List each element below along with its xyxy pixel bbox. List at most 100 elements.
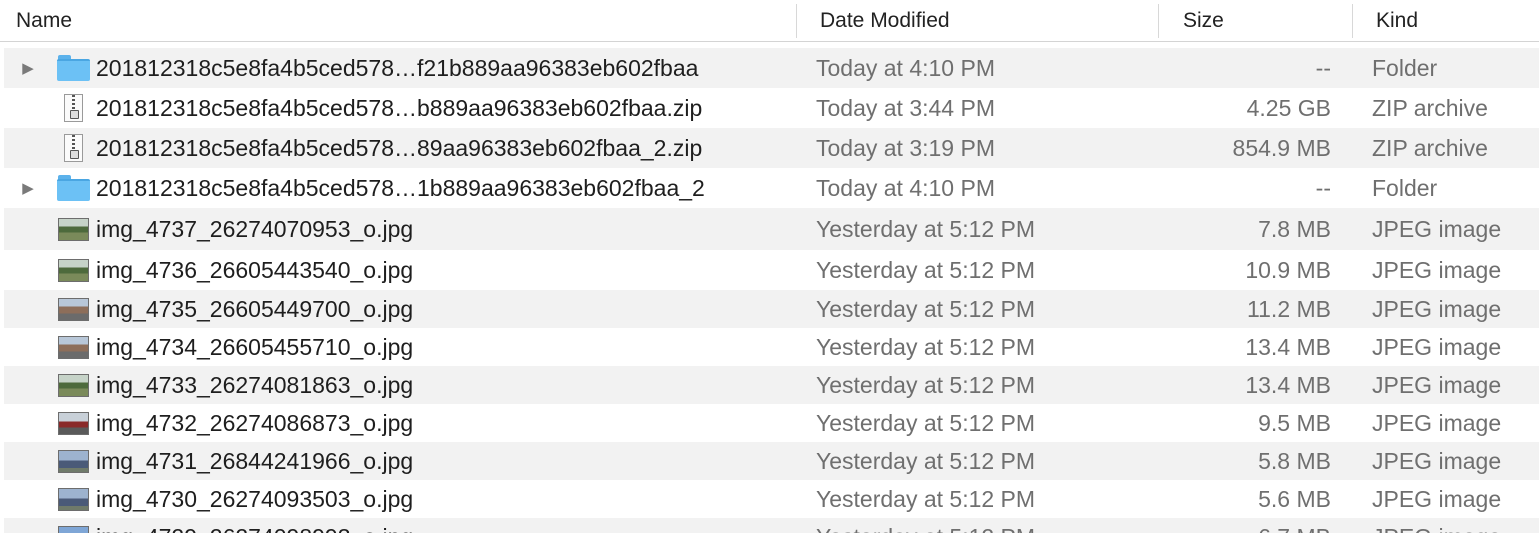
file-kind: Folder	[1372, 54, 1438, 81]
zip-file-icon	[56, 88, 90, 128]
disclosure-spacer	[18, 208, 38, 250]
file-name: 201812318c5e8fa4b5ced578…f21b889aa96383e…	[96, 54, 699, 81]
file-kind: JPEG image	[1372, 371, 1502, 398]
file-name: img_4734_26605455710_o.jpg	[96, 333, 414, 360]
file-name: 201812318c5e8fa4b5ced578…89aa96383eb602f…	[96, 134, 703, 161]
folder-row[interactable]: ▶ 201812318c5e8fa4b5ced578…1b889aa96383eb…	[4, 168, 1539, 208]
file-name: 201812318c5e8fa4b5ced578…b889aa96383eb60…	[96, 94, 703, 121]
file-kind: JPEG image	[1372, 215, 1502, 242]
file-name: img_4736_26605443540_o.jpg	[96, 256, 414, 283]
folder-icon	[56, 48, 90, 88]
file-kind: JPEG image	[1372, 295, 1502, 322]
disclosure-spacer	[18, 128, 38, 168]
file-row[interactable]: img_4729_26274098993_o.jpg Yesterday at 5…	[4, 518, 1539, 533]
disclosure-spacer	[18, 442, 38, 480]
column-divider[interactable]	[1158, 4, 1159, 38]
column-header-date-modified[interactable]: Date Modified	[820, 0, 950, 41]
file-kind: JPEG image	[1372, 518, 1501, 533]
file-kind: ZIP archive	[1372, 94, 1488, 121]
column-divider[interactable]	[796, 4, 797, 38]
date-modified: Yesterday at 5:12 PM	[816, 295, 1036, 322]
file-kind: JPEG image	[1372, 256, 1502, 283]
file-kind: JPEG image	[1372, 409, 1502, 436]
file-size: 4.25 GB	[1246, 94, 1331, 121]
disclosure-spacer	[18, 404, 38, 442]
date-modified: Yesterday at 5:12 PM	[816, 518, 1035, 533]
column-header-size[interactable]: Size	[1183, 0, 1224, 41]
date-modified: Yesterday at 5:12 PM	[816, 485, 1036, 512]
file-row[interactable]: img_4730_26274093503_o.jpg Yesterday at 5…	[4, 480, 1539, 518]
file-size: 6.7 MB	[1164, 518, 1331, 533]
date-modified: Today at 4:10 PM	[816, 54, 995, 81]
file-size: --	[1315, 174, 1331, 201]
file-row[interactable]: img_4737_26274070953_o.jpg Yesterday at 5…	[4, 208, 1539, 250]
date-modified: Today at 3:19 PM	[816, 134, 995, 161]
file-row[interactable]: img_4733_26274081863_o.jpg Yesterday at 5…	[4, 366, 1539, 404]
date-modified: Yesterday at 5:12 PM	[816, 447, 1036, 474]
file-row[interactable]: img_4735_26605449700_o.jpg Yesterday at 5…	[4, 290, 1539, 328]
file-row[interactable]: img_4734_26605455710_o.jpg Yesterday at 5…	[4, 328, 1539, 366]
date-modified: Yesterday at 5:12 PM	[816, 215, 1036, 242]
finder-list-view: Name Date Modified Size Kind ▶ 201812318c…	[0, 0, 1539, 533]
image-thumbnail-icon	[56, 250, 90, 290]
file-size: 13.4 MB	[1245, 333, 1331, 360]
image-thumbnail-icon	[56, 328, 90, 366]
disclosure-spacer	[18, 366, 38, 404]
image-thumbnail-icon	[56, 442, 90, 480]
image-thumbnail-icon	[56, 480, 90, 518]
file-size: 5.8 MB	[1258, 447, 1331, 474]
disclosure-spacer	[18, 328, 38, 366]
file-row[interactable]: img_4731_26844241966_o.jpg Yesterday at 5…	[4, 442, 1539, 480]
column-header-bar: Name Date Modified Size Kind	[0, 0, 1539, 42]
column-divider[interactable]	[1352, 4, 1353, 38]
date-modified: Today at 3:44 PM	[816, 94, 995, 121]
file-kind: JPEG image	[1372, 333, 1502, 360]
file-name: img_4732_26274086873_o.jpg	[96, 409, 414, 436]
file-name: img_4730_26274093503_o.jpg	[96, 485, 414, 512]
image-thumbnail-icon	[56, 290, 90, 328]
file-row[interactable]: 201812318c5e8fa4b5ced578…89aa96383eb602f…	[4, 128, 1539, 168]
image-thumbnail-icon	[56, 404, 90, 442]
file-kind: JPEG image	[1372, 447, 1502, 474]
file-size: 10.9 MB	[1245, 256, 1331, 283]
image-thumbnail-icon	[56, 208, 90, 250]
date-modified: Yesterday at 5:12 PM	[816, 371, 1036, 398]
disclosure-spacer	[18, 88, 38, 128]
image-thumbnail-icon	[56, 518, 90, 533]
file-size: 5.6 MB	[1258, 485, 1331, 512]
date-modified: Yesterday at 5:12 PM	[816, 333, 1036, 360]
folder-row[interactable]: ▶ 201812318c5e8fa4b5ced578…f21b889aa96383…	[4, 48, 1539, 88]
column-header-name[interactable]: Name	[16, 0, 72, 41]
file-name: img_4735_26605449700_o.jpg	[96, 295, 414, 322]
file-name: 201812318c5e8fa4b5ced578…1b889aa96383eb6…	[96, 174, 705, 201]
disclosure-spacer	[18, 480, 38, 518]
file-kind: ZIP archive	[1372, 134, 1488, 161]
file-row[interactable]: 201812318c5e8fa4b5ced578…b889aa96383eb60…	[4, 88, 1539, 128]
disclosure-spacer	[18, 290, 38, 328]
disclosure-triangle-icon[interactable]: ▶	[18, 168, 38, 208]
folder-icon	[56, 168, 90, 208]
file-name: img_4733_26274081863_o.jpg	[96, 371, 414, 398]
file-name: img_4729_26274098993_o.jpg	[96, 518, 413, 533]
image-thumbnail-icon	[56, 366, 90, 404]
column-header-kind[interactable]: Kind	[1376, 0, 1418, 41]
date-modified: Today at 4:10 PM	[816, 174, 995, 201]
file-size: --	[1315, 54, 1331, 81]
file-list: ▶ 201812318c5e8fa4b5ced578…f21b889aa96383…	[4, 48, 1539, 533]
disclosure-spacer	[18, 518, 38, 533]
file-name: img_4737_26274070953_o.jpg	[96, 215, 414, 242]
disclosure-spacer	[18, 250, 38, 290]
file-size: 7.8 MB	[1258, 215, 1331, 242]
file-size: 13.4 MB	[1245, 371, 1331, 398]
file-size: 9.5 MB	[1258, 409, 1331, 436]
file-row[interactable]: img_4736_26605443540_o.jpg Yesterday at 5…	[4, 250, 1539, 290]
file-name: img_4731_26844241966_o.jpg	[96, 447, 414, 474]
disclosure-triangle-icon[interactable]: ▶	[18, 48, 38, 88]
file-size: 854.9 MB	[1232, 134, 1331, 161]
file-size: 11.2 MB	[1247, 295, 1331, 322]
zip-file-icon	[56, 128, 90, 168]
file-kind: JPEG image	[1372, 485, 1502, 512]
file-kind: Folder	[1372, 174, 1438, 201]
file-row[interactable]: img_4732_26274086873_o.jpg Yesterday at 5…	[4, 404, 1539, 442]
date-modified: Yesterday at 5:12 PM	[816, 409, 1036, 436]
